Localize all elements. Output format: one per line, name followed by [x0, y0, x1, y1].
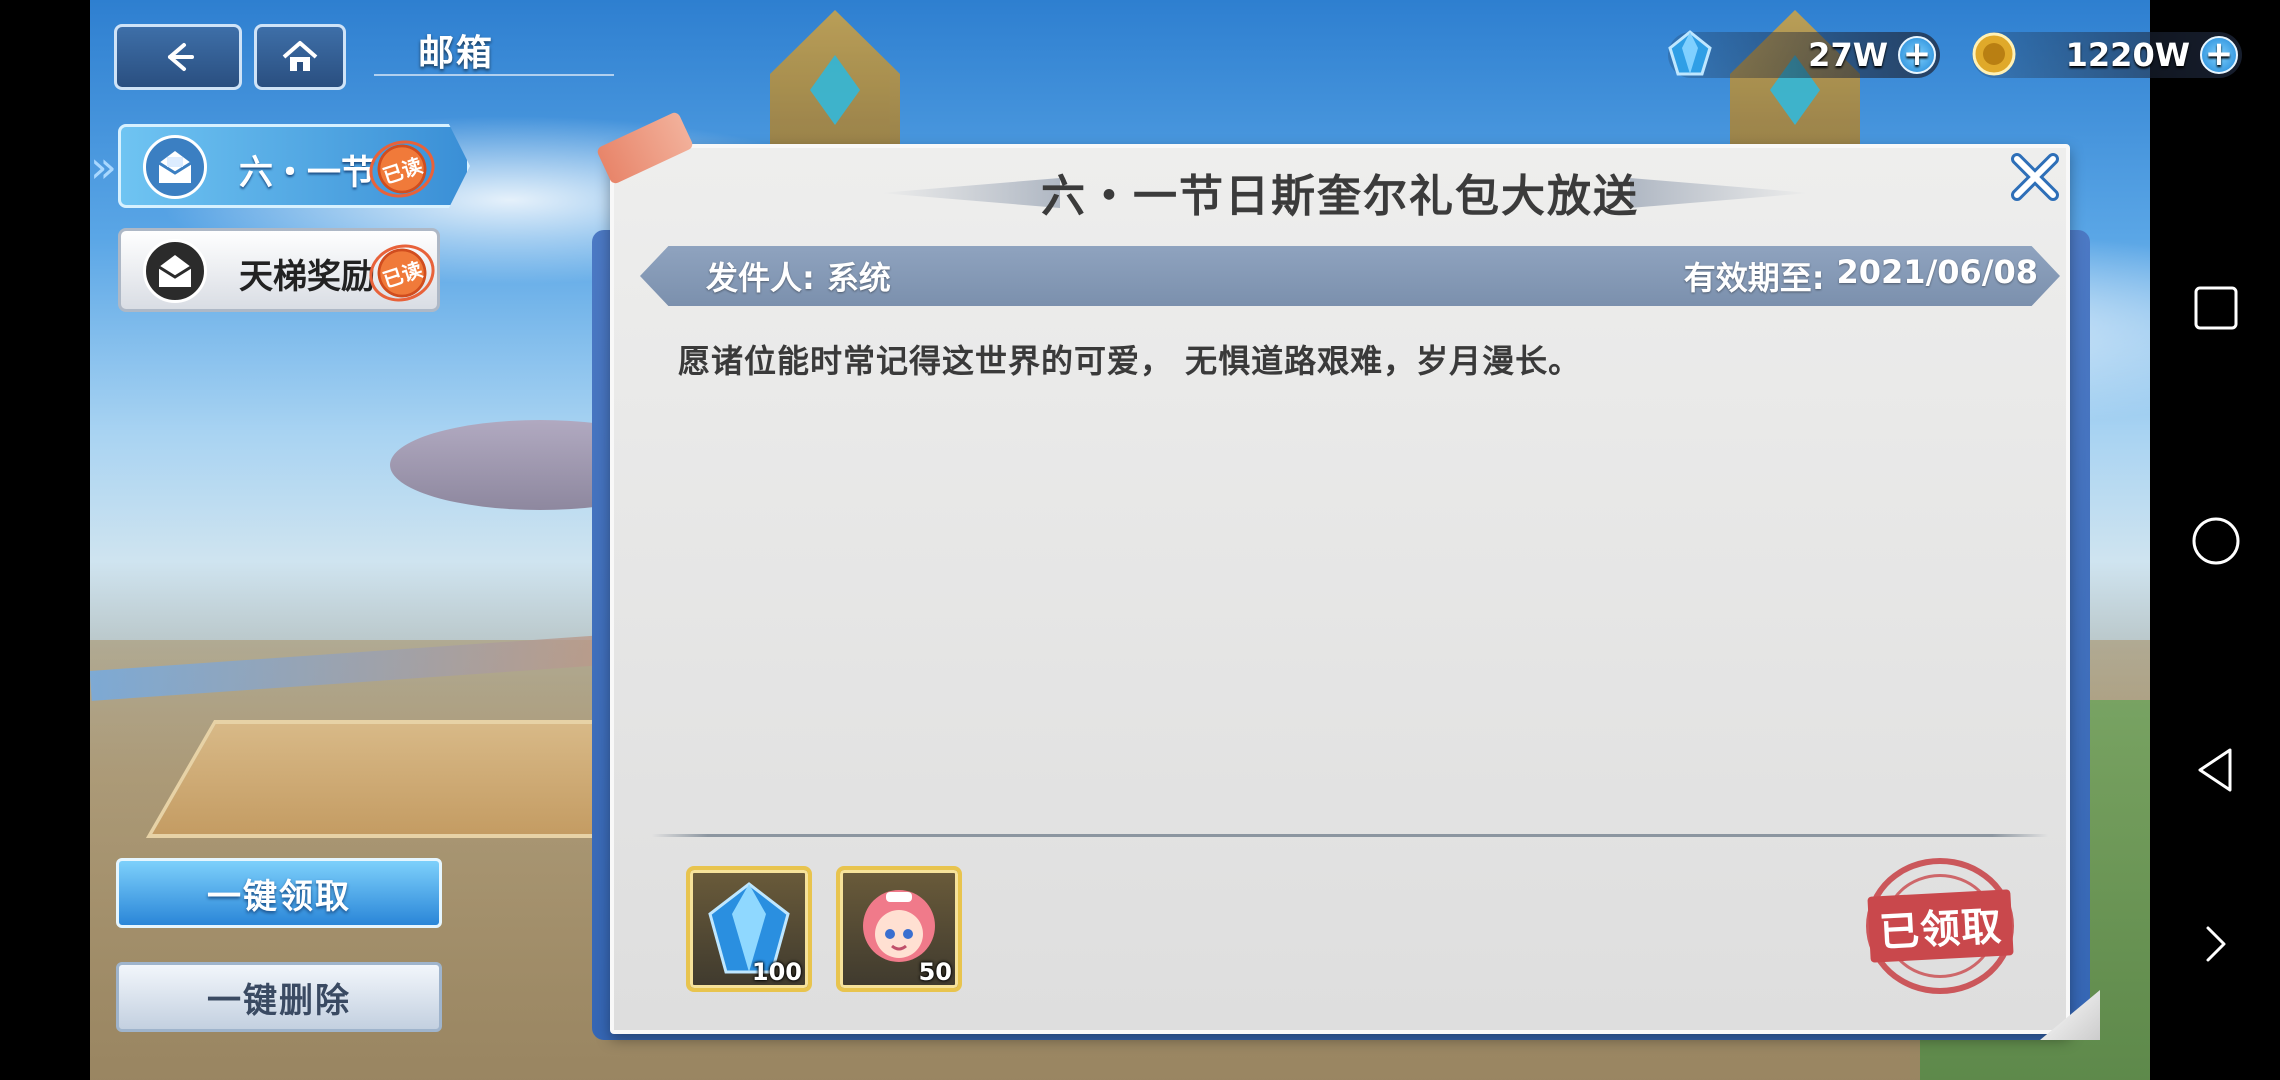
claim-all-button[interactable]: 一键领取	[116, 858, 442, 928]
reward-item[interactable]: 100	[686, 866, 812, 992]
circle-icon	[2192, 517, 2240, 565]
read-badge: 已读	[361, 236, 443, 310]
open-envelope-icon	[143, 239, 207, 303]
mail-list-item[interactable]: 六・一节 已读	[118, 124, 470, 208]
square-icon	[2194, 286, 2238, 330]
reward-quantity: 100	[751, 958, 802, 986]
add-gems-button[interactable]: +	[1898, 36, 1936, 74]
delete-all-button[interactable]: 一键删除	[116, 962, 442, 1032]
gold-coin-icon	[1972, 32, 2016, 76]
expand-button[interactable]	[2190, 918, 2242, 970]
mail-list-item[interactable]: 天梯奖励 已读	[118, 228, 443, 312]
open-envelope-icon	[143, 135, 207, 199]
sender-label: 发件人:	[706, 259, 815, 297]
claimed-stamp: 已领取	[1862, 858, 2018, 994]
reward-quantity: 50	[918, 958, 952, 986]
sender-bar: 发件人: 系统 有效期至: 2021/06/08	[640, 246, 2060, 306]
reward-item[interactable]: 50	[836, 866, 962, 992]
mail-body-text: 愿诸位能时常记得这世界的可爱， 无惧道路艰难，岁月漫长。	[678, 342, 1582, 380]
back-arrow-icon	[168, 43, 194, 71]
triangle-back-icon	[2198, 748, 2232, 792]
gem-amount: 27W	[1808, 36, 1888, 74]
chevron-right-icon: »	[90, 142, 117, 193]
expiry-date: 2021/06/08	[1836, 253, 2039, 291]
expiry-label: 有效期至:	[1683, 259, 1825, 297]
home-icon	[282, 41, 318, 71]
mail-title: 六・一节日斯奎尔礼包大放送	[1041, 171, 1639, 222]
blue-gem-icon	[1668, 30, 1712, 76]
read-badge: 已读	[361, 132, 443, 206]
claimed-stamp-label: 已领取	[1866, 889, 2014, 963]
home-system-button[interactable]	[2190, 515, 2242, 567]
close-button[interactable]	[2002, 146, 2068, 208]
recent-apps-button[interactable]	[2190, 282, 2242, 334]
divider	[652, 834, 2048, 837]
gem-currency: 27W +	[1668, 30, 1940, 78]
sender-name: 系统	[826, 259, 891, 297]
close-icon	[2011, 153, 2059, 201]
page-title: 邮箱	[374, 24, 614, 76]
home-button[interactable]	[254, 24, 346, 90]
back-system-button[interactable]	[2190, 744, 2242, 796]
chevron-right-icon	[2206, 926, 2226, 962]
back-button[interactable]	[114, 24, 242, 90]
